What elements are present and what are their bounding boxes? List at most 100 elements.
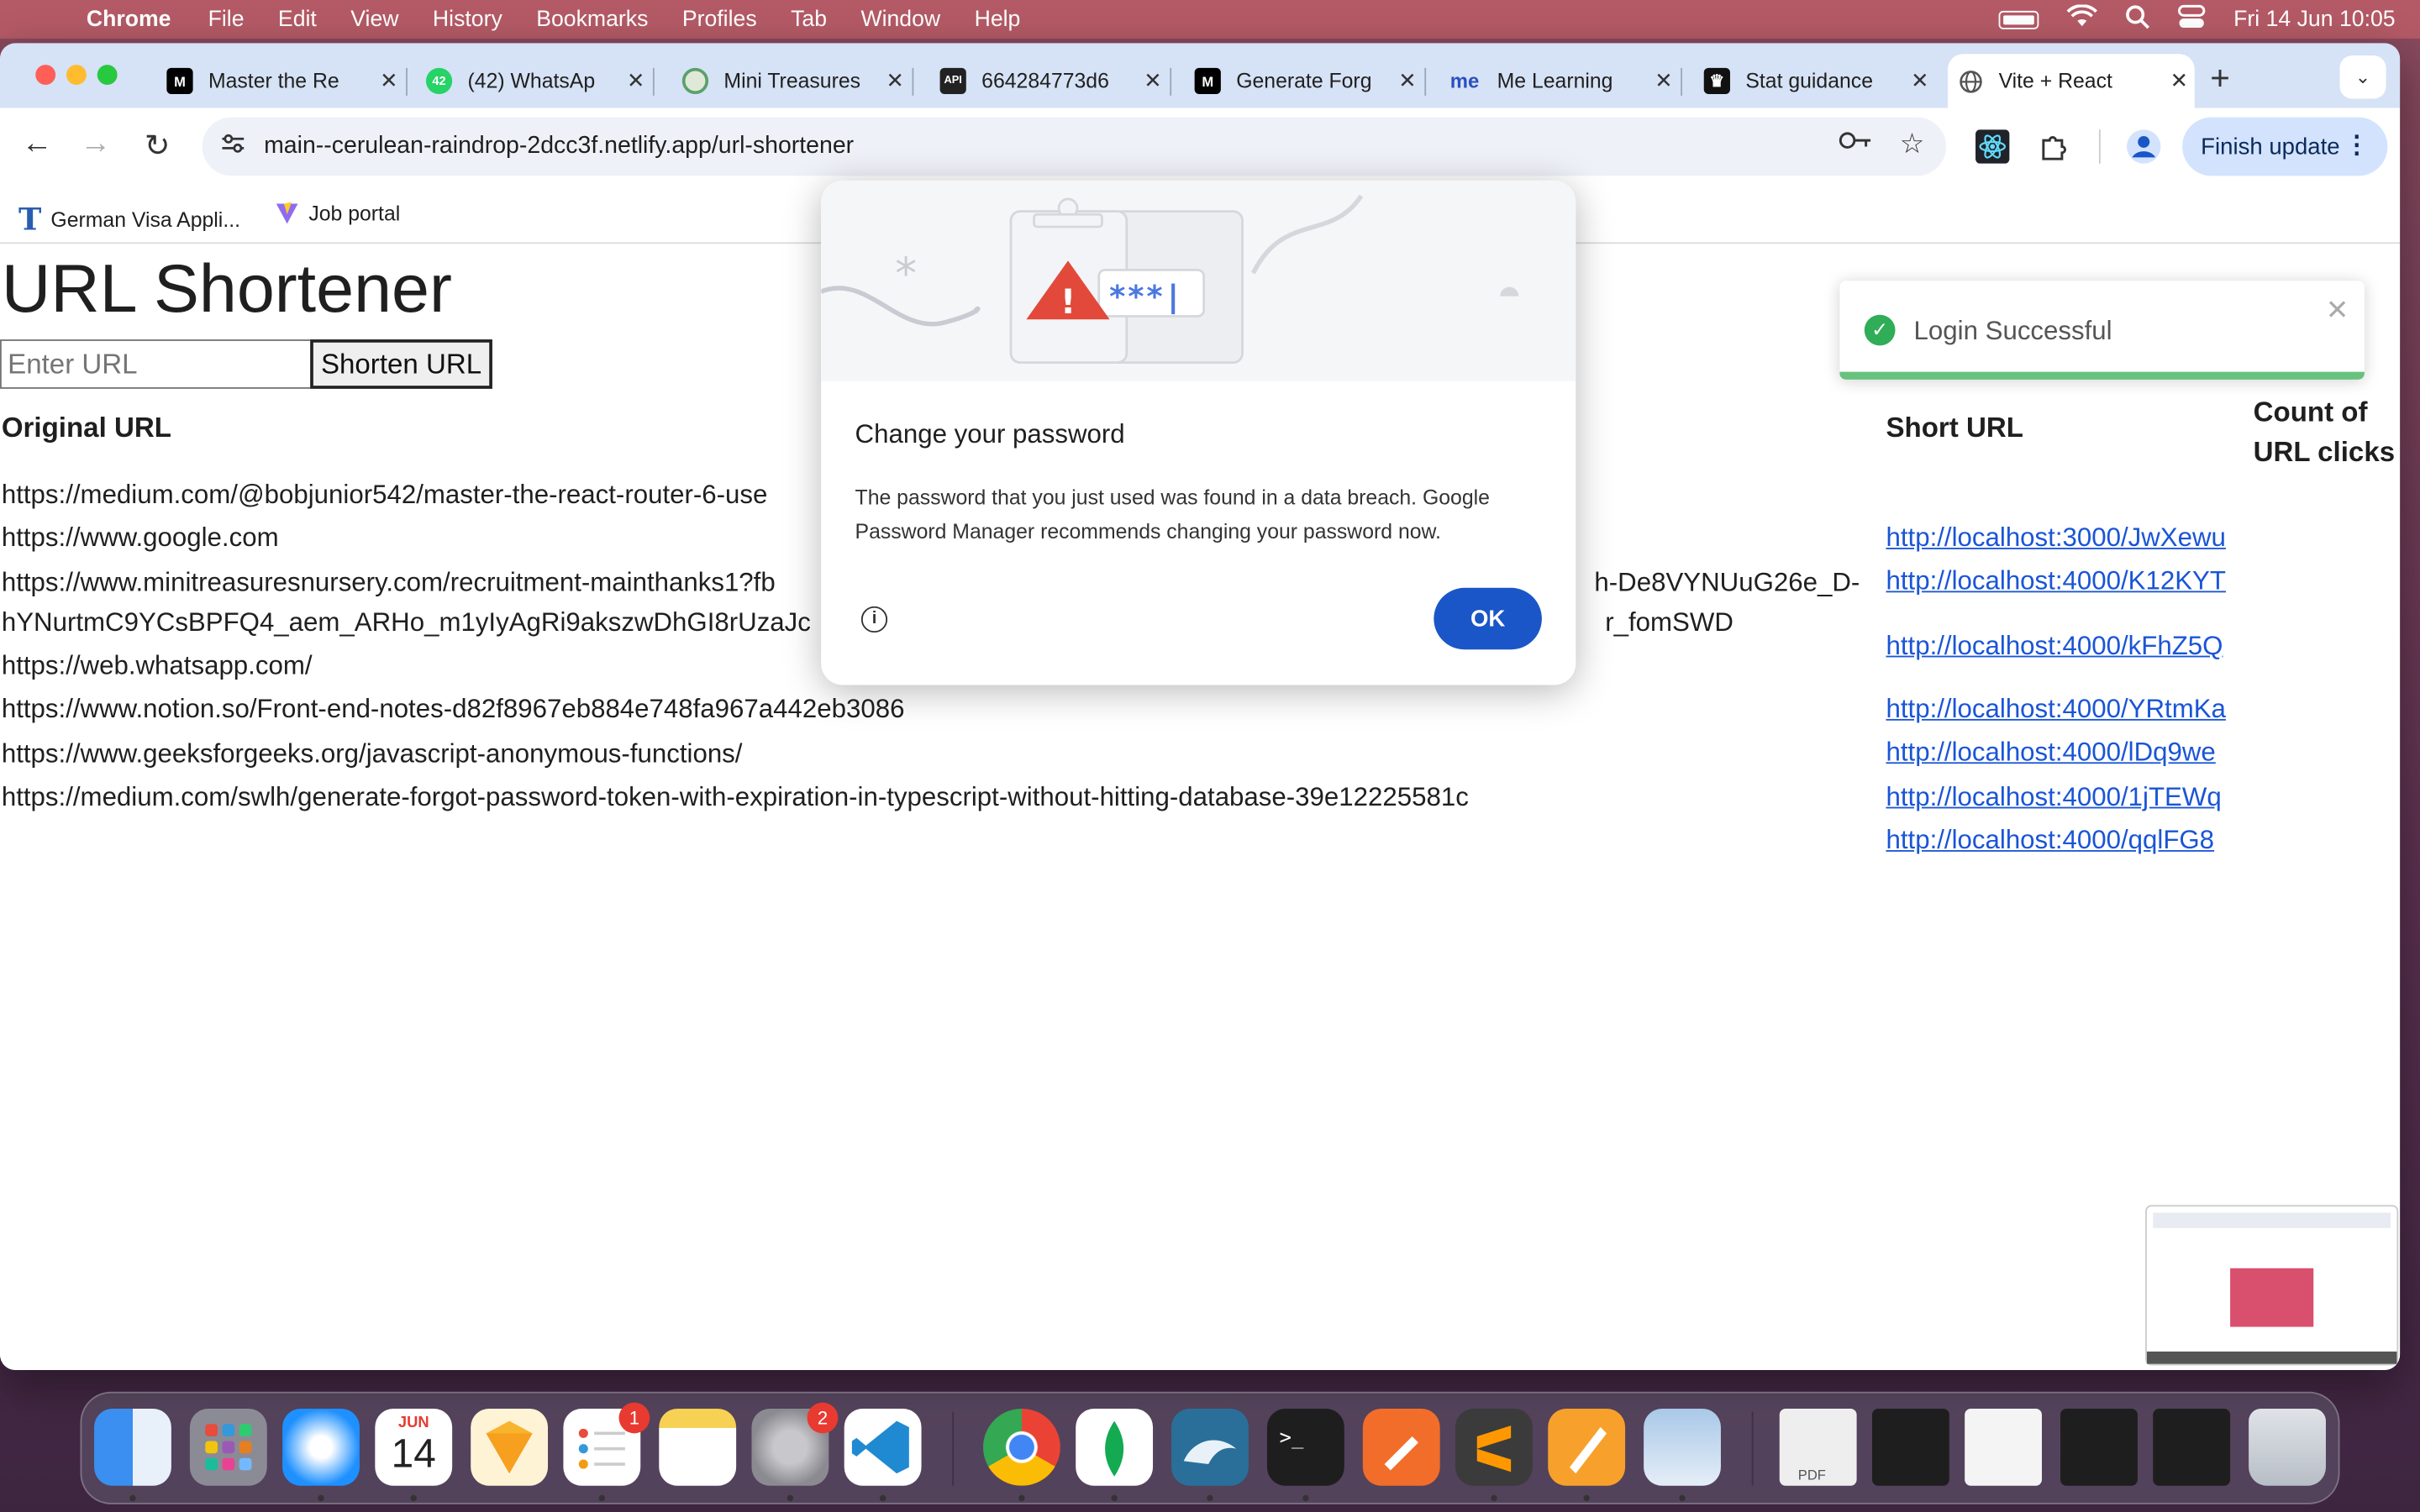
sublime-text-icon[interactable]: [1455, 1408, 1533, 1486]
stat-guidance-icon: ♛: [1703, 67, 1730, 95]
menu-profiles[interactable]: Profiles: [682, 7, 757, 31]
short-url-link[interactable]: http://localhost:4000/1jTEWq: [1886, 782, 2221, 813]
shorten-url-button[interactable]: Shorten URL: [310, 339, 492, 389]
close-tab-icon[interactable]: ✕: [2164, 68, 2195, 94]
original-url-fragment: h-De8VYNUuG26e_D-: [1594, 567, 1860, 597]
tab-whatsapp[interactable]: 42 (42) WhatsAp ✕: [417, 54, 655, 108]
battery-icon[interactable]: [1998, 9, 2039, 29]
launchpad-icon[interactable]: [189, 1408, 267, 1486]
short-url-link[interactable]: http://localhost:4000/YRtmKa: [1886, 695, 2225, 726]
change-password-dialog: * ! ***| Change your password The passwo…: [821, 180, 1576, 685]
check-circle-icon: ✓: [1864, 314, 1896, 346]
sketch-icon[interactable]: [471, 1408, 549, 1486]
original-url: https://www.notion.so/Front-end-notes-d8…: [1, 694, 905, 724]
tab-stat-guidance[interactable]: ♛ Stat guidance ✕: [1695, 54, 1936, 108]
close-tab-icon[interactable]: ✕: [373, 68, 404, 94]
menu-edit[interactable]: Edit: [278, 7, 317, 31]
trash-icon[interactable]: [2249, 1408, 2326, 1486]
site-settings-icon[interactable]: [221, 133, 245, 159]
terminal-icon[interactable]: >_: [1266, 1408, 1344, 1486]
close-window-button[interactable]: [35, 65, 56, 86]
medium-icon: M: [1194, 67, 1221, 95]
column-header-short: Short URL: [1886, 412, 2023, 444]
dialog-title: Change your password: [855, 419, 1125, 449]
close-tab-icon[interactable]: ✕: [1392, 68, 1423, 94]
tab-master-react[interactable]: M Master the Re ✕: [157, 54, 408, 108]
tab-label: Vite + React: [1998, 69, 2112, 93]
new-tab-button[interactable]: +: [2210, 59, 2230, 99]
pdf-document-icon[interactable]: PDF: [1779, 1408, 1857, 1486]
bookmark-german-visa[interactable]: T German Visa Appli...: [18, 201, 240, 238]
notes-icon[interactable]: [659, 1408, 737, 1486]
address-bar[interactable]: main--cerulean-raindrop-2dcc3f.netlify.a…: [202, 117, 1947, 176]
vscode-window-thumbnail-icon[interactable]: [1871, 1408, 1949, 1486]
reload-icon[interactable]: ↻: [136, 127, 179, 165]
url-input[interactable]: [0, 339, 313, 389]
more-menu-icon[interactable]: ⋮: [2344, 129, 2369, 160]
info-icon[interactable]: i: [860, 606, 888, 633]
postman-icon[interactable]: [1362, 1408, 1440, 1486]
bookmark-star-icon[interactable]: ☆: [1900, 128, 1925, 160]
tab-generate-forgot[interactable]: M Generate Forg ✕: [1186, 54, 1427, 108]
tab-search-chevron-icon[interactable]: ⌄: [2339, 55, 2386, 99]
pages-icon[interactable]: [1548, 1408, 1626, 1486]
menu-window[interactable]: Window: [860, 7, 940, 31]
spotlight-search-icon[interactable]: [2126, 4, 2150, 35]
bookmark-job-portal[interactable]: Job portal: [275, 201, 400, 225]
short-url-link[interactable]: http://localhost:4000/qqlFG8: [1886, 826, 2214, 857]
vscode-window-thumbnail-icon[interactable]: [2153, 1408, 2231, 1486]
tab-mock-api[interactable]: API 664284773d6 ✕: [931, 54, 1172, 108]
vite-logo-icon: [276, 202, 298, 224]
forward-arrow-icon[interactable]: →: [74, 127, 117, 162]
document-thumbnail-icon[interactable]: [1965, 1408, 2043, 1486]
minimize-window-button[interactable]: [66, 65, 87, 86]
close-tab-icon[interactable]: ✕: [1138, 68, 1169, 94]
tab-me-learning[interactable]: me Me Learning ✕: [1439, 54, 1683, 108]
finder-icon[interactable]: [94, 1408, 171, 1486]
mysql-workbench-icon[interactable]: [1171, 1408, 1249, 1486]
menu-history[interactable]: History: [433, 7, 502, 31]
wifi-icon[interactable]: [2066, 3, 2098, 34]
tab-label: Stat guidance: [1745, 69, 1873, 93]
close-tab-icon[interactable]: ✕: [880, 68, 911, 94]
menubar-datetime[interactable]: Fri 14 Jun 10:05: [2233, 7, 2395, 31]
finish-update-button[interactable]: Finish update ⋮: [2182, 117, 2388, 176]
react-devtools-icon[interactable]: [1975, 129, 2010, 164]
tab-vite-react[interactable]: Vite + React ✕: [1947, 54, 2195, 108]
screenshot-thumbnail[interactable]: [2145, 1205, 2399, 1366]
calendar-icon[interactable]: JUN 14: [375, 1408, 453, 1486]
vscode-window-thumbnail-icon[interactable]: [2060, 1408, 2138, 1486]
menu-bookmarks[interactable]: Bookmarks: [536, 7, 648, 31]
menu-view[interactable]: View: [350, 7, 398, 31]
toast-progress-bar: [1839, 371, 2365, 380]
globe-icon: [1957, 68, 1983, 94]
menu-file[interactable]: File: [208, 7, 245, 31]
close-tab-icon[interactable]: ✕: [1905, 68, 1936, 94]
me-learning-icon: me: [1449, 69, 1480, 93]
menu-tab[interactable]: Tab: [791, 7, 827, 31]
tab-mini-treasures[interactable]: Mini Treasures ✕: [673, 54, 914, 108]
profile-avatar-icon[interactable]: [2127, 129, 2161, 164]
address-url[interactable]: main--cerulean-raindrop-2dcc3f.netlify.a…: [264, 133, 854, 160]
close-tab-icon[interactable]: ✕: [1649, 68, 1680, 94]
zoom-window-button[interactable]: [97, 65, 118, 86]
menu-app-name[interactable]: Chrome: [87, 7, 171, 31]
short-url-link[interactable]: http://localhost:3000/JwXewu: [1886, 523, 2225, 554]
chrome-icon[interactable]: [983, 1408, 1060, 1486]
mongodb-compass-icon[interactable]: [1076, 1408, 1154, 1486]
short-url-link[interactable]: http://localhost:4000/lDq9we: [1886, 738, 2215, 769]
extensions-puzzle-icon[interactable]: [2037, 129, 2070, 163]
control-center-icon[interactable]: [2178, 3, 2206, 35]
toast-close-icon[interactable]: ✕: [2326, 295, 2349, 328]
vscode-icon[interactable]: [844, 1408, 922, 1486]
toast-message: Login Successful: [1913, 316, 2112, 346]
short-url-link[interactable]: http://localhost:4000/K12KYT: [1886, 566, 2225, 597]
close-tab-icon[interactable]: ✕: [620, 68, 651, 94]
password-key-icon[interactable]: [1839, 129, 1872, 157]
ok-button[interactable]: OK: [1434, 587, 1542, 650]
safari-icon[interactable]: [282, 1408, 360, 1486]
preview-icon[interactable]: [1644, 1408, 1721, 1486]
menu-help[interactable]: Help: [975, 7, 1021, 31]
short-url-link[interactable]: http://localhost:4000/kFhZ5Q: [1886, 631, 2223, 662]
back-arrow-icon[interactable]: ←: [15, 127, 58, 162]
